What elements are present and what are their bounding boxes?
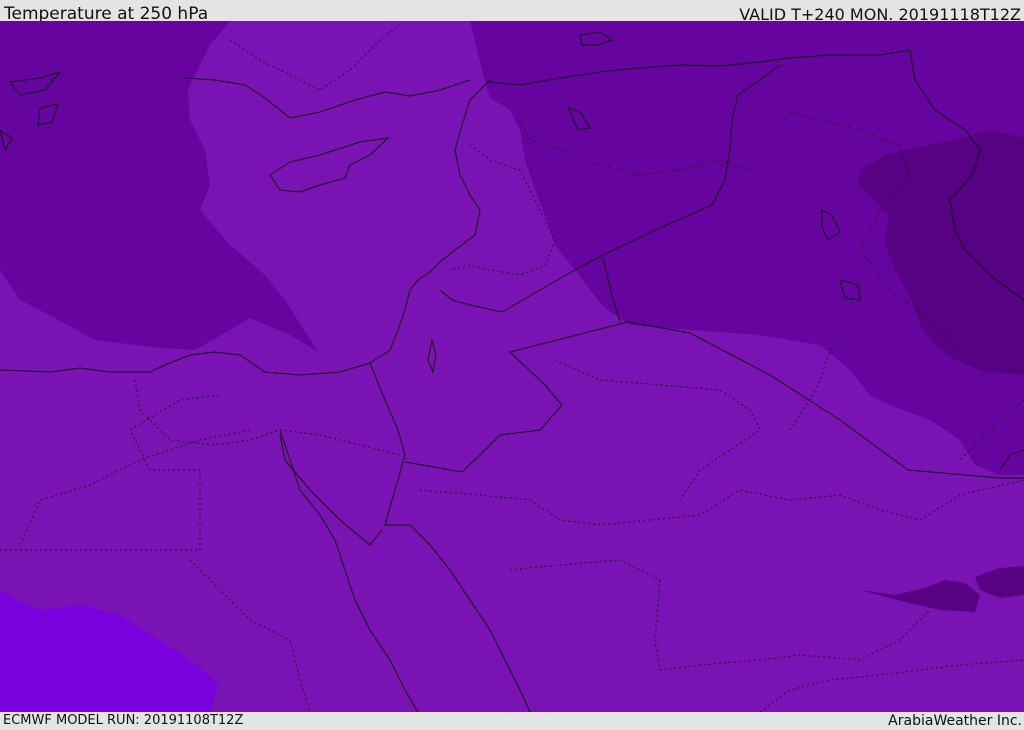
credit-label: ArabiaWeather Inc. bbox=[888, 713, 1022, 729]
temperature-map bbox=[0, 21, 1024, 712]
model-run-label: ECMWF MODEL RUN: 20191108T12Z bbox=[3, 713, 244, 728]
map-area[interactable] bbox=[0, 21, 1024, 712]
footer-bar: ECMWF MODEL RUN: 20191108T12Z ArabiaWeat… bbox=[0, 712, 1024, 729]
header-bar: Temperature at 250 hPa VALID T+240 MON. … bbox=[0, 0, 1024, 24]
